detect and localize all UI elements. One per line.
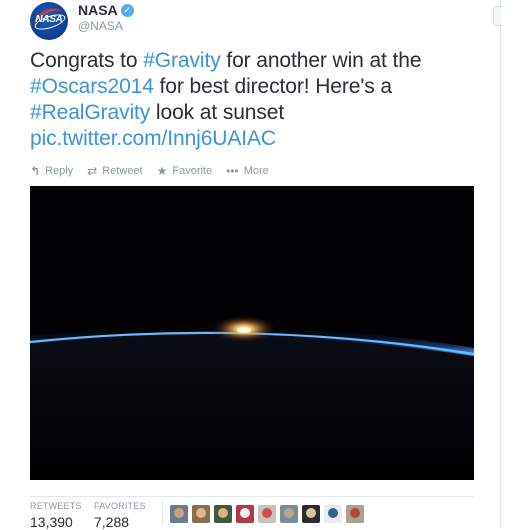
favoriter-face bbox=[240, 508, 250, 518]
favoriter-face bbox=[218, 508, 228, 518]
tweet-text-segment: for another win at the bbox=[220, 49, 422, 72]
more-label: More bbox=[243, 165, 269, 177]
favorites-stat[interactable]: FAVORITES 7,288 bbox=[94, 501, 146, 530]
favoriter-avatar[interactable] bbox=[192, 505, 210, 523]
tweet-card: NASA NASA ✓ @NASA Congrats to #Gravity f… bbox=[0, 0, 514, 530]
tweet-stats: RETWEETS 13,390 FAVORITES 7,288 bbox=[30, 496, 474, 530]
favorites-label: FAVORITES bbox=[94, 501, 146, 511]
reply-label: Reply bbox=[45, 165, 74, 177]
stats-divider bbox=[162, 501, 163, 525]
timeline-border bbox=[500, 0, 501, 527]
favoriter-face bbox=[284, 508, 294, 518]
hashtag-link[interactable]: #RealGravity bbox=[30, 101, 150, 124]
favoriter-avatars bbox=[170, 505, 364, 523]
retweets-label: RETWEETS bbox=[30, 501, 82, 511]
author-handle[interactable]: @NASA bbox=[78, 19, 123, 33]
favoriter-face bbox=[196, 508, 206, 518]
sunset-horizon-image bbox=[30, 186, 474, 480]
hashtag-link[interactable]: #Gravity bbox=[143, 49, 220, 72]
favoriter-avatar[interactable] bbox=[324, 505, 342, 523]
tweet-text: Congrats to #Gravity for another win at … bbox=[30, 48, 475, 152]
favoriter-avatar[interactable] bbox=[302, 505, 320, 523]
retweets-count: 13,390 bbox=[30, 514, 73, 530]
favoriter-avatar[interactable] bbox=[170, 505, 188, 523]
retweet-icon: ⇄ bbox=[87, 164, 98, 178]
follow-button-edge[interactable] bbox=[493, 6, 502, 26]
tweet-photo[interactable] bbox=[30, 186, 474, 480]
favorites-count: 7,288 bbox=[94, 514, 130, 530]
favoriter-avatar[interactable] bbox=[280, 505, 298, 523]
retweet-button[interactable]: ⇄ Retweet bbox=[87, 164, 142, 178]
favoriter-face bbox=[262, 508, 272, 518]
verified-badge-icon: ✓ bbox=[120, 3, 134, 17]
favoriter-face bbox=[328, 508, 338, 518]
hashtag-link[interactable]: #Oscars2014 bbox=[30, 75, 154, 98]
favoriter-avatar[interactable] bbox=[258, 505, 276, 523]
favoriter-face bbox=[350, 508, 360, 518]
sun-core bbox=[237, 327, 251, 333]
favoriter-avatar[interactable] bbox=[236, 505, 254, 523]
reply-icon: ↰ bbox=[30, 164, 41, 178]
favoriter-avatar[interactable] bbox=[346, 505, 364, 523]
retweets-stat[interactable]: RETWEETS 13,390 bbox=[30, 501, 82, 530]
author-name-row[interactable]: NASA ✓ bbox=[78, 2, 134, 18]
more-button[interactable]: ••• More bbox=[226, 164, 269, 178]
favoriter-avatar[interactable] bbox=[214, 505, 232, 523]
photo-link[interactable]: pic.twitter.com/Innj6UAIAC bbox=[30, 127, 276, 150]
retweet-label: Retweet bbox=[102, 165, 143, 177]
favoriter-face bbox=[306, 508, 316, 518]
avatar-logo-text: NASA bbox=[35, 14, 63, 25]
favoriter-face bbox=[174, 508, 184, 518]
nasa-avatar[interactable]: NASA bbox=[30, 2, 68, 40]
tweet-actions: ↰ Reply ⇄ Retweet ★ Favorite ••• More bbox=[30, 164, 269, 178]
tweet-text-segment: look at sunset bbox=[150, 101, 285, 124]
favorite-label: Favorite bbox=[172, 165, 213, 177]
more-dots-icon: ••• bbox=[226, 164, 239, 178]
star-icon: ★ bbox=[156, 164, 168, 178]
tweet-text-segment: for best director! Here's a bbox=[153, 75, 393, 98]
earth-silhouette bbox=[30, 335, 474, 480]
favorite-button[interactable]: ★ Favorite bbox=[157, 164, 213, 178]
author-display-name[interactable]: NASA bbox=[78, 2, 118, 18]
tweet-text-segment: Congrats to bbox=[30, 49, 144, 72]
reply-button[interactable]: ↰ Reply bbox=[30, 164, 73, 178]
